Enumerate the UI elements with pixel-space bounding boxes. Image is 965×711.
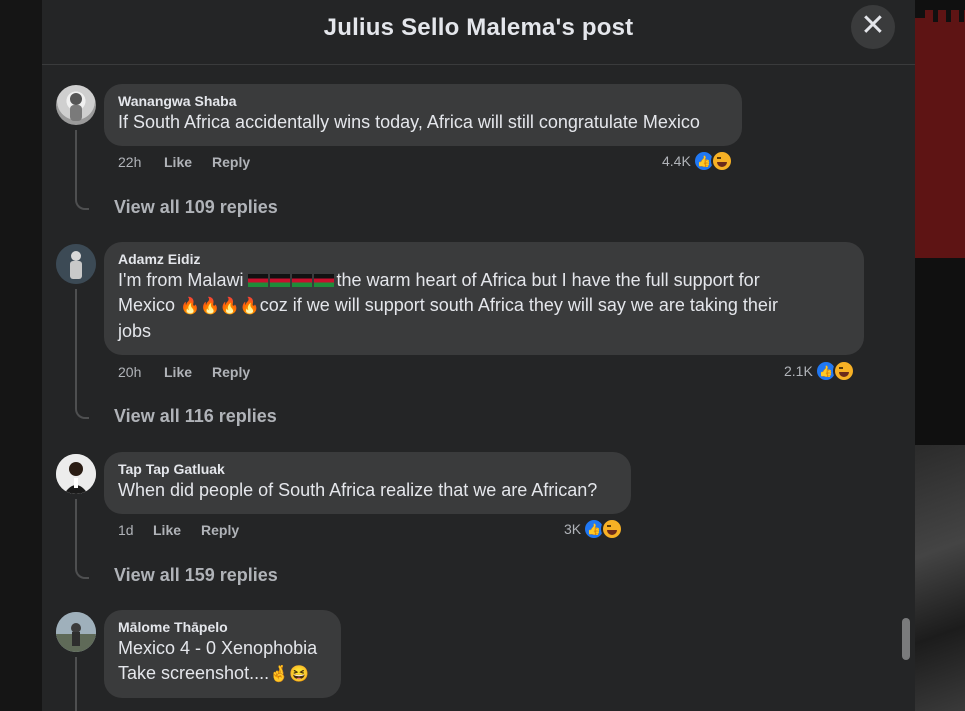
thread-line bbox=[75, 289, 89, 419]
comment-text: I'm from Malawi the warm heart of Africa… bbox=[118, 268, 850, 344]
reaction-summary[interactable]: 2.1K 👍 bbox=[784, 360, 855, 382]
comment-text: When did people of South Africa realize … bbox=[118, 480, 598, 500]
comment-text-part: Take screenshot.... bbox=[118, 663, 270, 683]
avatar-image bbox=[56, 244, 96, 284]
comment-bubble: Adamz Eidiz I'm from Malawi the warm hea… bbox=[104, 242, 864, 355]
comment-text-part: coz if we will support south Africa they… bbox=[259, 295, 778, 315]
reply-button[interactable]: Reply bbox=[212, 364, 250, 380]
comment-text: Take screenshot....🤞😆 bbox=[118, 661, 327, 687]
close-icon: ✕ bbox=[860, 9, 886, 42]
comment-time[interactable]: 22h bbox=[118, 154, 141, 170]
reaction-summary[interactable]: 4.4K 👍 bbox=[662, 150, 733, 172]
scrollbar-thumb[interactable] bbox=[902, 618, 910, 660]
comment-text: If South Africa accidentally wins today,… bbox=[118, 112, 700, 132]
comment-time[interactable]: 20h bbox=[118, 364, 141, 380]
reaction-summary[interactable]: 3K 👍 bbox=[564, 518, 624, 540]
thread-line bbox=[75, 499, 89, 579]
background-banner bbox=[915, 18, 965, 258]
view-replies-link[interactable]: View all 116 replies bbox=[114, 406, 277, 427]
comment-text-part: the warm heart of Africa but I have the … bbox=[336, 270, 760, 290]
malawi-flag-icon bbox=[248, 270, 336, 290]
avatar-image bbox=[56, 612, 96, 652]
emoji-icon: 🤞😆 bbox=[269, 666, 309, 683]
reaction-count: 4.4K bbox=[662, 153, 691, 169]
reaction-count: 2.1K bbox=[784, 363, 813, 379]
comment-text: Mexico 4 - 0 Xenophobia bbox=[118, 638, 318, 658]
comment-text-part: Mexico bbox=[118, 295, 176, 315]
comment-author[interactable]: Tap Tap Gatluak bbox=[118, 460, 617, 478]
comment-bubble: Wanangwa Shaba If South Africa accidenta… bbox=[104, 84, 742, 146]
comment-author[interactable]: Adamz Eidiz bbox=[118, 250, 850, 268]
modal-title: Julius Sello Malema's post bbox=[323, 14, 634, 41]
thread-line bbox=[75, 657, 89, 711]
background-photo bbox=[915, 445, 965, 711]
avatar[interactable] bbox=[56, 612, 96, 652]
avatar[interactable] bbox=[56, 454, 96, 494]
fire-icon: 🔥🔥🔥🔥 bbox=[180, 298, 260, 315]
post-modal: Julius Sello Malema's post ✕ Wanangwa Sh… bbox=[42, 0, 915, 711]
haha-icon bbox=[601, 518, 624, 540]
haha-icon bbox=[710, 150, 733, 172]
avatar-image bbox=[56, 454, 96, 494]
thread-line bbox=[75, 130, 89, 210]
reply-button[interactable]: Reply bbox=[212, 154, 250, 170]
modal-header: Julius Sello Malema's post ✕ bbox=[42, 0, 915, 65]
scrollbar-track[interactable] bbox=[900, 66, 912, 711]
background-banner-edge bbox=[925, 10, 965, 22]
avatar[interactable] bbox=[56, 85, 96, 125]
reaction-count: 3K bbox=[564, 521, 582, 537]
comment-author[interactable]: Wanangwa Shaba bbox=[118, 92, 728, 110]
like-button[interactable]: Like bbox=[164, 154, 192, 170]
comment-text-part: jobs bbox=[118, 321, 152, 341]
comment-text-part: I'm from Malawi bbox=[118, 270, 244, 290]
comment-time[interactable]: 1d bbox=[118, 522, 134, 538]
like-button[interactable]: Like bbox=[164, 364, 192, 380]
close-button[interactable]: ✕ bbox=[851, 5, 895, 49]
background-left bbox=[0, 0, 42, 711]
view-replies-link[interactable]: View all 159 replies bbox=[114, 565, 278, 586]
comment-author[interactable]: Mālome Thāpelo bbox=[118, 618, 327, 636]
comment-bubble: Tap Tap Gatluak When did people of South… bbox=[104, 452, 631, 514]
reply-button[interactable]: Reply bbox=[201, 522, 239, 538]
haha-icon bbox=[832, 360, 855, 382]
avatar[interactable] bbox=[56, 244, 96, 284]
view-replies-link[interactable]: View all 109 replies bbox=[114, 197, 278, 218]
avatar-image bbox=[70, 93, 82, 121]
like-button[interactable]: Like bbox=[153, 522, 181, 538]
comment-bubble: Mālome Thāpelo Mexico 4 - 0 Xenophobia T… bbox=[104, 610, 341, 698]
